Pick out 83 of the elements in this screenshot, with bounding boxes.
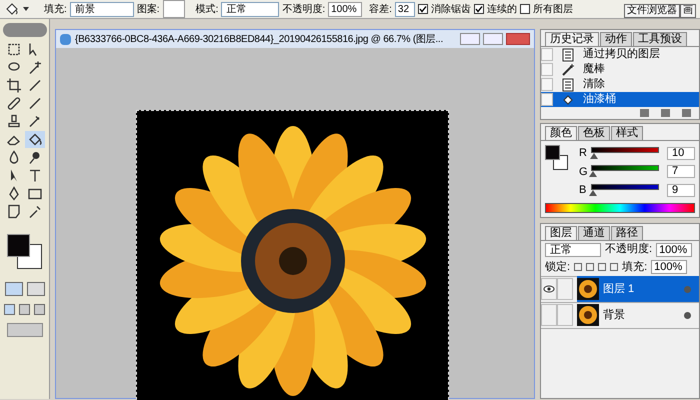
- color-slider[interactable]: [591, 146, 659, 160]
- checkbox-label: 连续的: [486, 2, 517, 16]
- tolerance-label: 容差:: [369, 2, 392, 16]
- opacity-field[interactable]: 100%: [656, 242, 692, 256]
- full-screen-menu-icon[interactable]: [19, 304, 30, 315]
- pattern-swatch[interactable]: [162, 0, 185, 18]
- panel-tab[interactable]: 色板: [578, 126, 610, 140]
- layer-row[interactable]: 图层 1: [577, 276, 699, 302]
- panel-tab[interactable]: 工具预设: [633, 32, 687, 46]
- color-slider[interactable]: [591, 165, 659, 178]
- screen-mode-icon[interactable]: [4, 304, 15, 315]
- full-screen-icon[interactable]: [34, 304, 45, 315]
- channel-label: G: [579, 164, 587, 180]
- standard-mode-icon[interactable]: [4, 282, 22, 296]
- quick-mask-icon[interactable]: [26, 282, 44, 296]
- history-item[interactable]: 油漆桶: [541, 92, 699, 107]
- pattern-label: 图案:: [136, 2, 160, 16]
- panel-tab[interactable]: 样式: [611, 126, 643, 140]
- layer-thumbnail: [577, 278, 599, 300]
- mode-select[interactable]: 正常: [221, 2, 280, 16]
- palette-tab[interactable]: 文件浏览器: [624, 4, 680, 18]
- document-icon: [60, 34, 71, 44]
- layer-name: 图层 1: [603, 282, 636, 297]
- checkbox[interactable]: [418, 4, 428, 14]
- fill-field[interactable]: 100%: [651, 260, 688, 274]
- panel-tab[interactable]: 路径: [611, 226, 643, 240]
- bucket-icon: [561, 92, 575, 106]
- fill-label: 填充:: [44, 2, 67, 16]
- panel-tab[interactable]: 图层: [545, 226, 577, 240]
- visibility-toggle[interactable]: [541, 304, 557, 326]
- history-item[interactable]: 清除: [541, 77, 699, 92]
- panel-tab[interactable]: 动作: [600, 32, 632, 46]
- checkbox[interactable]: [474, 4, 484, 14]
- color-spectrum[interactable]: [545, 202, 695, 212]
- color-swatches-icon[interactable]: [545, 145, 571, 171]
- caret-icon[interactable]: [23, 7, 29, 11]
- fill-select[interactable]: 前景: [70, 2, 134, 16]
- wand-icon: [561, 62, 575, 76]
- channel-label: B: [579, 183, 587, 198]
- panel-tab[interactable]: 颜色: [545, 126, 577, 140]
- paint-bucket-icon[interactable]: [4, 2, 20, 16]
- opacity-field[interactable]: 100%: [328, 2, 362, 16]
- opacity-label: 不透明度:: [282, 2, 326, 16]
- channel-value-field[interactable]: 9: [667, 184, 695, 197]
- window-title: {B6333766-0BC8-436A-A669-30216B8ED844}_20190426155816.jpg @ 66.7% (图层...: [75, 32, 443, 46]
- blend-mode-select[interactable]: 正常: [545, 242, 601, 256]
- history-item[interactable]: 魔棒: [541, 62, 699, 77]
- color-slider[interactable]: [591, 184, 659, 197]
- layer-name: 背景: [603, 308, 626, 323]
- checkbox-label: 所有图层: [532, 2, 573, 16]
- channel-label: R: [579, 146, 587, 161]
- history-item[interactable]: 通过拷贝的图层: [541, 47, 699, 62]
- maximize-button[interactable]: [483, 33, 503, 45]
- history-label: 通过拷贝的图层: [583, 46, 660, 62]
- lock-label: 锁定:: [545, 260, 570, 275]
- color-swatches-icon[interactable]: [4, 232, 44, 270]
- eye-icon[interactable]: [541, 278, 557, 300]
- minimize-button[interactable]: [460, 33, 480, 45]
- checkbox-label: 消除锯齿: [430, 2, 471, 16]
- layer-icon: [561, 48, 575, 62]
- layer-icon: [561, 78, 575, 92]
- slider-thumb[interactable]: [589, 171, 598, 178]
- tolerance-field[interactable]: 32: [394, 2, 415, 16]
- history-label: 清除: [583, 77, 605, 92]
- fill-label: 填充:: [622, 260, 648, 275]
- checkbox[interactable]: [520, 4, 530, 14]
- panel-tab[interactable]: 通道: [578, 226, 610, 240]
- opacity-label: 不透明度:: [605, 242, 652, 258]
- crop-icon[interactable]: [4, 77, 24, 94]
- link-toggle[interactable]: [557, 278, 573, 300]
- channel-value-field[interactable]: 10: [667, 146, 695, 160]
- history-label: 魔棒: [583, 62, 605, 78]
- panel-tab[interactable]: 历史记录: [545, 32, 599, 46]
- history-label: 油漆桶: [583, 92, 616, 108]
- paint-bucket-icon[interactable]: [25, 131, 45, 148]
- channel-value-field[interactable]: 7: [667, 165, 695, 178]
- link-toggle[interactable]: [557, 304, 573, 326]
- layer-thumbnail: [577, 304, 599, 326]
- slider-thumb[interactable]: [589, 190, 598, 196]
- slider-thumb[interactable]: [590, 152, 598, 159]
- layer-row[interactable]: 背景: [577, 302, 699, 328]
- palette-tab[interactable]: 画: [680, 4, 696, 18]
- mode-label: 模式:: [196, 2, 218, 16]
